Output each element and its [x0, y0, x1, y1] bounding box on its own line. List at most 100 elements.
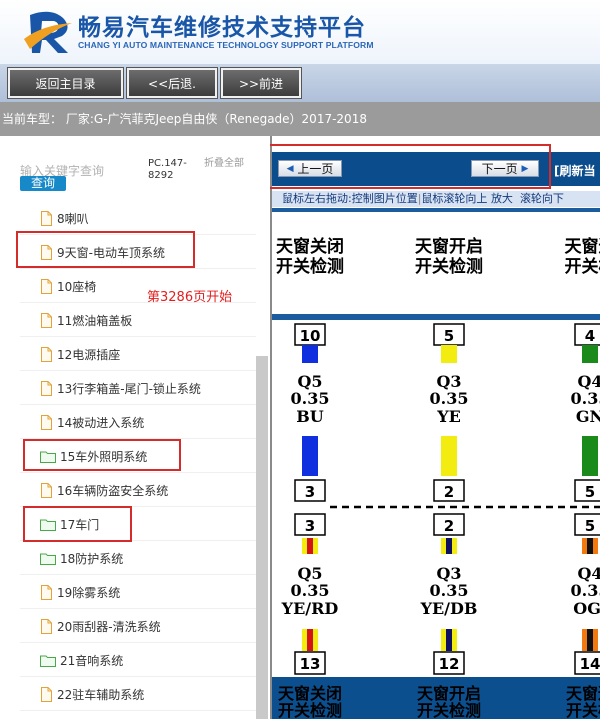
folder-icon	[40, 450, 60, 463]
tree-item-label: 12电源插座	[57, 347, 121, 362]
wire-color: BU	[296, 407, 324, 426]
wire-color: YE/RD	[281, 599, 339, 618]
sidebar-scrollbar[interactable]	[256, 356, 268, 719]
tree-item[interactable]: 19除雾系统	[40, 581, 120, 603]
back-button[interactable]: <<后退.	[127, 68, 217, 98]
file-icon	[40, 278, 57, 294]
wire-stripe	[452, 538, 457, 554]
wire-color: GN	[576, 407, 600, 426]
tree-item[interactable]: 22驻车辅助系统	[40, 683, 144, 705]
search-button[interactable]: 查询	[20, 176, 66, 191]
tree-item[interactable]: 12电源插座	[40, 343, 120, 365]
file-icon	[40, 618, 57, 634]
tree-item-label: 22驻车辅助系统	[57, 687, 145, 702]
wire-color: YE/DB	[420, 599, 478, 618]
section-title: 天窗关闭	[276, 236, 344, 257]
tree-item[interactable]: 20雨刮器-清洗系统	[40, 615, 161, 637]
tree-item[interactable]: 9天窗-电动车顶系统	[40, 241, 165, 263]
wire-gauge: 0.35	[571, 581, 600, 600]
collapse-all-button[interactable]: 折叠全部	[204, 158, 244, 170]
toolbar: 返回主目录 <<后退. >>前进	[0, 64, 600, 102]
wire-stripe	[587, 538, 593, 554]
pin-number: 12	[439, 655, 460, 673]
file-icon	[40, 414, 57, 430]
tree-item-label: 20雨刮器-清洗系统	[57, 619, 161, 634]
wire-stripe	[302, 538, 307, 554]
wire-gauge: 0.35	[291, 389, 330, 408]
wire-stripe	[307, 538, 313, 554]
tree-item[interactable]: 8喇叭	[40, 207, 89, 229]
tree-item[interactable]: 13行李箱盖-尾门-锁止系统	[40, 377, 201, 399]
vehicle-bar: 当前车型： 厂家:G-广汽菲克Jeep自由侠（Renegade）2017-201…	[0, 102, 600, 136]
wire-gauge: 0.35	[430, 581, 469, 600]
file-icon	[40, 210, 57, 226]
wire-color: OG/	[573, 599, 600, 618]
tree-item-label: 8喇叭	[57, 211, 89, 226]
pc-code: PC.147-8292	[148, 158, 187, 181]
tree-item[interactable]: 10座椅	[40, 275, 96, 297]
current-vehicle-label: 当前车型： 厂家:G-广汽菲克Jeep自由侠（Renegade）2017-201…	[2, 112, 367, 126]
home-button[interactable]: 返回主目录	[8, 68, 123, 98]
section-title: 开关检	[566, 701, 600, 719]
pin-number: 2	[444, 483, 454, 501]
file-icon	[40, 244, 57, 260]
tree-item[interactable]: 11燃油箱盖板	[40, 309, 132, 331]
tree-item[interactable]: 17车门	[40, 513, 99, 535]
file-icon	[40, 312, 57, 328]
wire-gauge: 0.35	[291, 581, 330, 600]
wire-stripe	[446, 538, 452, 554]
wiring-diagram[interactable]: 天窗关闭开关检测10Q50.35BU33Q50.35YE/RD13天窗关闭开关检…	[270, 136, 600, 719]
tree-item[interactable]: 14被动进入系统	[40, 411, 144, 433]
wire-segment	[441, 436, 457, 476]
pin-number: 5	[585, 483, 595, 501]
tree-item[interactable]: 15车外照明系统	[40, 445, 147, 467]
tree-item-label: 18防护系统	[60, 551, 124, 566]
wire-segment	[302, 436, 318, 476]
file-icon	[40, 584, 57, 600]
tree-item-label: 19除雾系统	[57, 585, 121, 600]
pin-number: 3	[305, 483, 315, 501]
forward-button[interactable]: >>前进	[221, 68, 301, 98]
tree-item[interactable]: 18防护系统	[40, 547, 123, 569]
wire-segment	[582, 436, 598, 476]
tree-item-label: 10座椅	[57, 279, 97, 294]
wire-stripe	[302, 629, 307, 651]
section-title: 开关检测	[415, 256, 483, 277]
file-icon	[40, 686, 57, 702]
file-icon	[40, 346, 57, 362]
wire-stripe	[593, 629, 598, 651]
wire-stripe	[582, 629, 587, 651]
sidebar: 输入关键字查询 查询 PC.147-8292 折叠全部 8喇叭 9天窗-电动车顶系…	[0, 136, 270, 719]
wire-stripe	[313, 538, 318, 554]
tree-item-label: 11燃油箱盖板	[57, 313, 133, 328]
pin-number: 5	[585, 517, 595, 535]
tree-item-label: 16车辆防盗安全系统	[57, 483, 169, 498]
wire-segment	[582, 345, 598, 363]
section-title: 开关检测	[417, 701, 481, 719]
pin-number: 14	[580, 655, 600, 673]
wire-stripe	[313, 629, 318, 651]
tree-item[interactable]: 16车辆防盗安全系统	[40, 479, 168, 501]
tree-item[interactable]: 21音响系统	[40, 649, 123, 671]
wire-stripe	[582, 538, 587, 554]
pin-number: 3	[305, 517, 315, 535]
tree-item-label: 15车外照明系统	[60, 449, 148, 464]
folder-icon	[40, 552, 60, 565]
wire-stripe	[593, 538, 598, 554]
wire-stripe	[587, 629, 593, 651]
section-title: 开关检测	[278, 701, 342, 719]
wire-stripe	[452, 629, 457, 651]
folder-icon	[40, 654, 60, 667]
pin-number: 13	[300, 655, 321, 673]
section-title: 开关检测	[276, 256, 344, 277]
wire-stripe	[441, 538, 446, 554]
file-icon	[40, 380, 57, 396]
wire-stripe	[441, 629, 446, 651]
pin-number: 4	[585, 327, 595, 345]
pin-number: 2	[444, 517, 454, 535]
wire-gauge: 0.35	[430, 389, 469, 408]
tree-item-label: 13行李箱盖-尾门-锁止系统	[57, 381, 201, 396]
pin-number: 5	[444, 327, 454, 345]
pin-number: 10	[300, 327, 321, 345]
folder-icon	[40, 518, 60, 531]
